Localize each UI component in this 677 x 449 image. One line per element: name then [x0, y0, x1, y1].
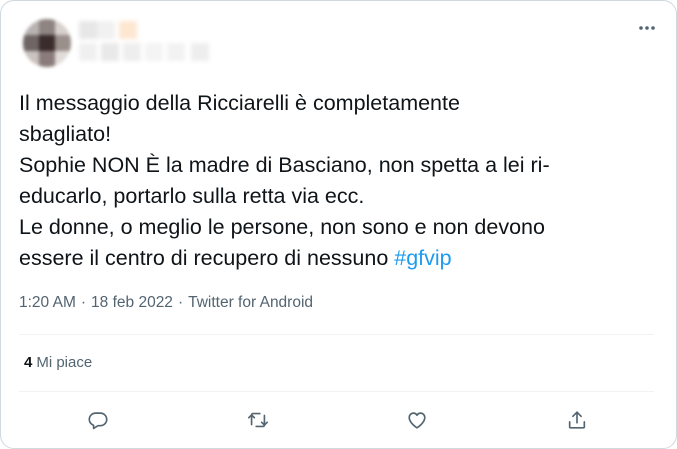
likes-stat[interactable]: 4 Mi piace: [24, 354, 92, 371]
hashtag-link[interactable]: #gfvip: [394, 246, 451, 270]
likes-count: 4: [24, 354, 33, 371]
tweet-line: Le donne, o meglio le persone, non sono …: [19, 215, 545, 239]
tweet-line: sbagliato!: [19, 122, 112, 146]
user-name-obscured[interactable]: [79, 19, 219, 63]
meta-separator: ·: [177, 294, 184, 311]
avatar[interactable]: [23, 19, 71, 67]
like-icon: [408, 412, 426, 429]
tweet-card: Il messaggio della Ricciarelli è complet…: [0, 0, 677, 449]
like-button[interactable]: [402, 405, 432, 435]
reply-icon: [88, 412, 108, 430]
likes-label: Mi piace: [36, 354, 93, 371]
share-button[interactable]: [562, 405, 592, 435]
tweet-meta: 1:20 AM · 18 feb 2022 · Twitter for Android: [19, 294, 313, 312]
divider: [19, 334, 654, 335]
retweet-button[interactable]: [243, 405, 273, 435]
tweet-line: educarlo, portarlo sulla retta via ecc.: [19, 184, 365, 208]
share-icon: [568, 411, 586, 429]
user-header[interactable]: [17, 13, 227, 69]
meta-separator: ·: [80, 294, 87, 311]
tweet-text: Il messaggio della Ricciarelli è complet…: [19, 88, 664, 274]
tweet-line: Sophie NON È la madre di Basciano, non s…: [19, 153, 550, 177]
action-bar: [1, 405, 677, 435]
more-icon: [639, 26, 655, 30]
tweet-line-text: essere il centro di recupero di nessuno: [19, 246, 395, 270]
retweet-icon: [248, 412, 268, 428]
tweet-date[interactable]: 18 feb 2022: [91, 294, 173, 311]
tweet-time[interactable]: 1:20 AM: [19, 294, 76, 311]
tweet-source[interactable]: Twitter for Android: [188, 294, 313, 311]
more-button[interactable]: [636, 17, 658, 39]
divider: [19, 391, 654, 392]
tweet-line: Il messaggio della Ricciarelli è complet…: [19, 91, 460, 115]
tweet-line-last: essere il centro di recupero di nessuno …: [19, 243, 664, 274]
reply-button[interactable]: [83, 405, 113, 435]
